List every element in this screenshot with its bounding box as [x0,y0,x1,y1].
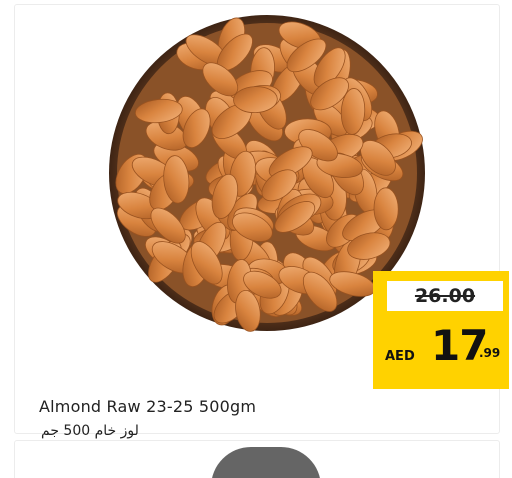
next-product-image [211,447,321,478]
old-price-box: 26.00 [387,281,503,311]
almond-shape [373,187,399,231]
product-name-arabic: لوز خام 500 جم [41,423,139,439]
offer-page: 26.00 AED 17 .99 Almond Raw 23-25 500gm … [0,0,512,478]
product-name[interactable]: Almond Raw 23-25 500gm [39,397,256,416]
old-price: 26.00 [414,285,476,307]
product-card[interactable]: 26.00 AED 17 .99 Almond Raw 23-25 500gm … [14,4,509,439]
price-tag: 26.00 AED 17 .99 [373,271,509,389]
price-decimal: .99 [479,346,501,360]
currency-label: AED [385,349,415,364]
next-product-card[interactable] [14,440,500,478]
